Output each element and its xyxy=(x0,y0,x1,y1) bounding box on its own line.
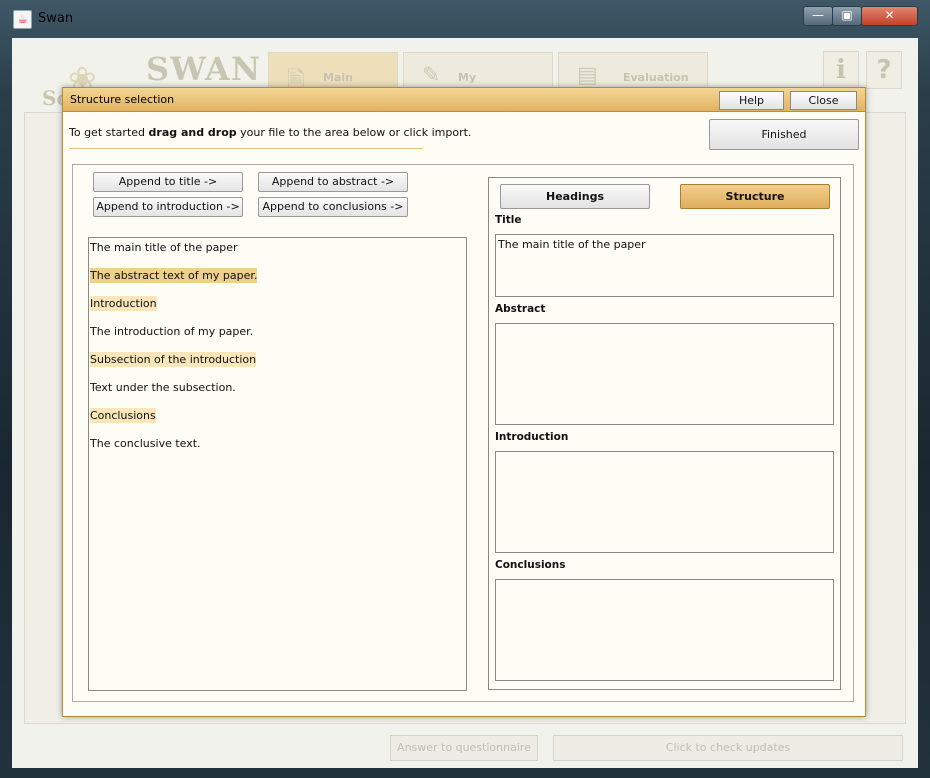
help-icon[interactable]: ? xyxy=(866,51,902,89)
section-label-abstract: Abstract xyxy=(495,303,546,315)
minimize-button[interactable]: — xyxy=(803,6,833,26)
document-paragraph[interactable]: Conclusions xyxy=(90,408,156,423)
section-content-title: The main title of the paper xyxy=(498,238,646,251)
help-button[interactable]: Help xyxy=(719,91,784,110)
section-label-introduction: Introduction xyxy=(495,431,569,443)
pen-icon: ✎ xyxy=(422,63,441,88)
append-abstract-button[interactable]: Append to abstract -> xyxy=(258,172,408,192)
append-introduction-button[interactable]: Append to introduction -> xyxy=(93,197,243,217)
app-logo-text: SWAN xyxy=(146,50,262,88)
section-box-introduction[interactable] xyxy=(495,451,834,553)
intro-divider xyxy=(69,148,423,149)
close-dialog-button[interactable]: Close xyxy=(790,91,857,110)
finished-button[interactable]: Finished xyxy=(709,119,859,150)
structure-toggle-button[interactable]: Structure xyxy=(680,184,830,209)
document-paragraph[interactable]: Subsection of the introduction xyxy=(90,352,257,367)
window-title: Swan xyxy=(38,11,74,26)
cards-icon: ▤ xyxy=(577,63,598,88)
close-window-button[interactable]: ✕ xyxy=(861,6,918,26)
window-titlebar[interactable]: ☕ Swan — ▣ ✕ xyxy=(0,0,930,38)
info-icon[interactable]: i xyxy=(823,51,859,89)
document-paragraph[interactable]: The conclusive text. xyxy=(90,436,201,451)
section-label-title: Title xyxy=(495,214,522,226)
section-box-abstract[interactable] xyxy=(495,323,834,425)
dialog-title: Structure selection xyxy=(70,93,175,106)
document-paragraph[interactable]: The introduction of my paper. xyxy=(90,324,253,339)
structure-panel: Append to title -> Append to abstract ->… xyxy=(72,164,854,702)
maximize-button[interactable]: ▣ xyxy=(832,6,862,26)
document-paragraph[interactable]: The abstract text of my paper. xyxy=(90,268,258,283)
check-updates-button[interactable]: Click to check updates xyxy=(553,735,903,761)
section-box-conclusions[interactable] xyxy=(495,579,834,681)
section-label-conclusions: Conclusions xyxy=(495,559,566,571)
sections-panel: Headings Structure Title The main title … xyxy=(488,177,841,690)
java-cup-icon: ☕ xyxy=(13,10,32,29)
section-box-title[interactable]: The main title of the paper xyxy=(495,234,834,297)
intro-text-bold: drag and drop xyxy=(148,126,237,139)
intro-text-start: To get started xyxy=(69,126,149,139)
document-paragraph[interactable]: The main title of the paper xyxy=(90,240,238,255)
tab-main-label: Main xyxy=(323,71,353,84)
append-conclusions-button[interactable]: Append to conclusions -> xyxy=(258,197,408,217)
document-paragraph[interactable]: Introduction xyxy=(90,296,157,311)
append-title-button[interactable]: Append to title -> xyxy=(93,172,243,192)
intro-instructions: To get started drag and drop your file t… xyxy=(69,126,471,139)
document-drop-area[interactable]: The main title of the paper The abstract… xyxy=(88,237,467,691)
intro-text-end: your file to the area below or click imp… xyxy=(236,126,472,139)
tab-my-label: My xyxy=(458,71,477,84)
document-paragraph[interactable]: Text under the subsection. xyxy=(90,380,236,395)
answer-questionnaire-button[interactable]: Answer to questionnaire xyxy=(390,735,538,761)
structure-selection-dialog: Structure selection Help Close To get st… xyxy=(62,87,866,717)
headings-toggle-button[interactable]: Headings xyxy=(500,184,650,209)
tab-evaluation-label: Evaluation xyxy=(623,71,689,84)
dialog-titlebar[interactable]: Structure selection Help Close xyxy=(63,88,865,112)
